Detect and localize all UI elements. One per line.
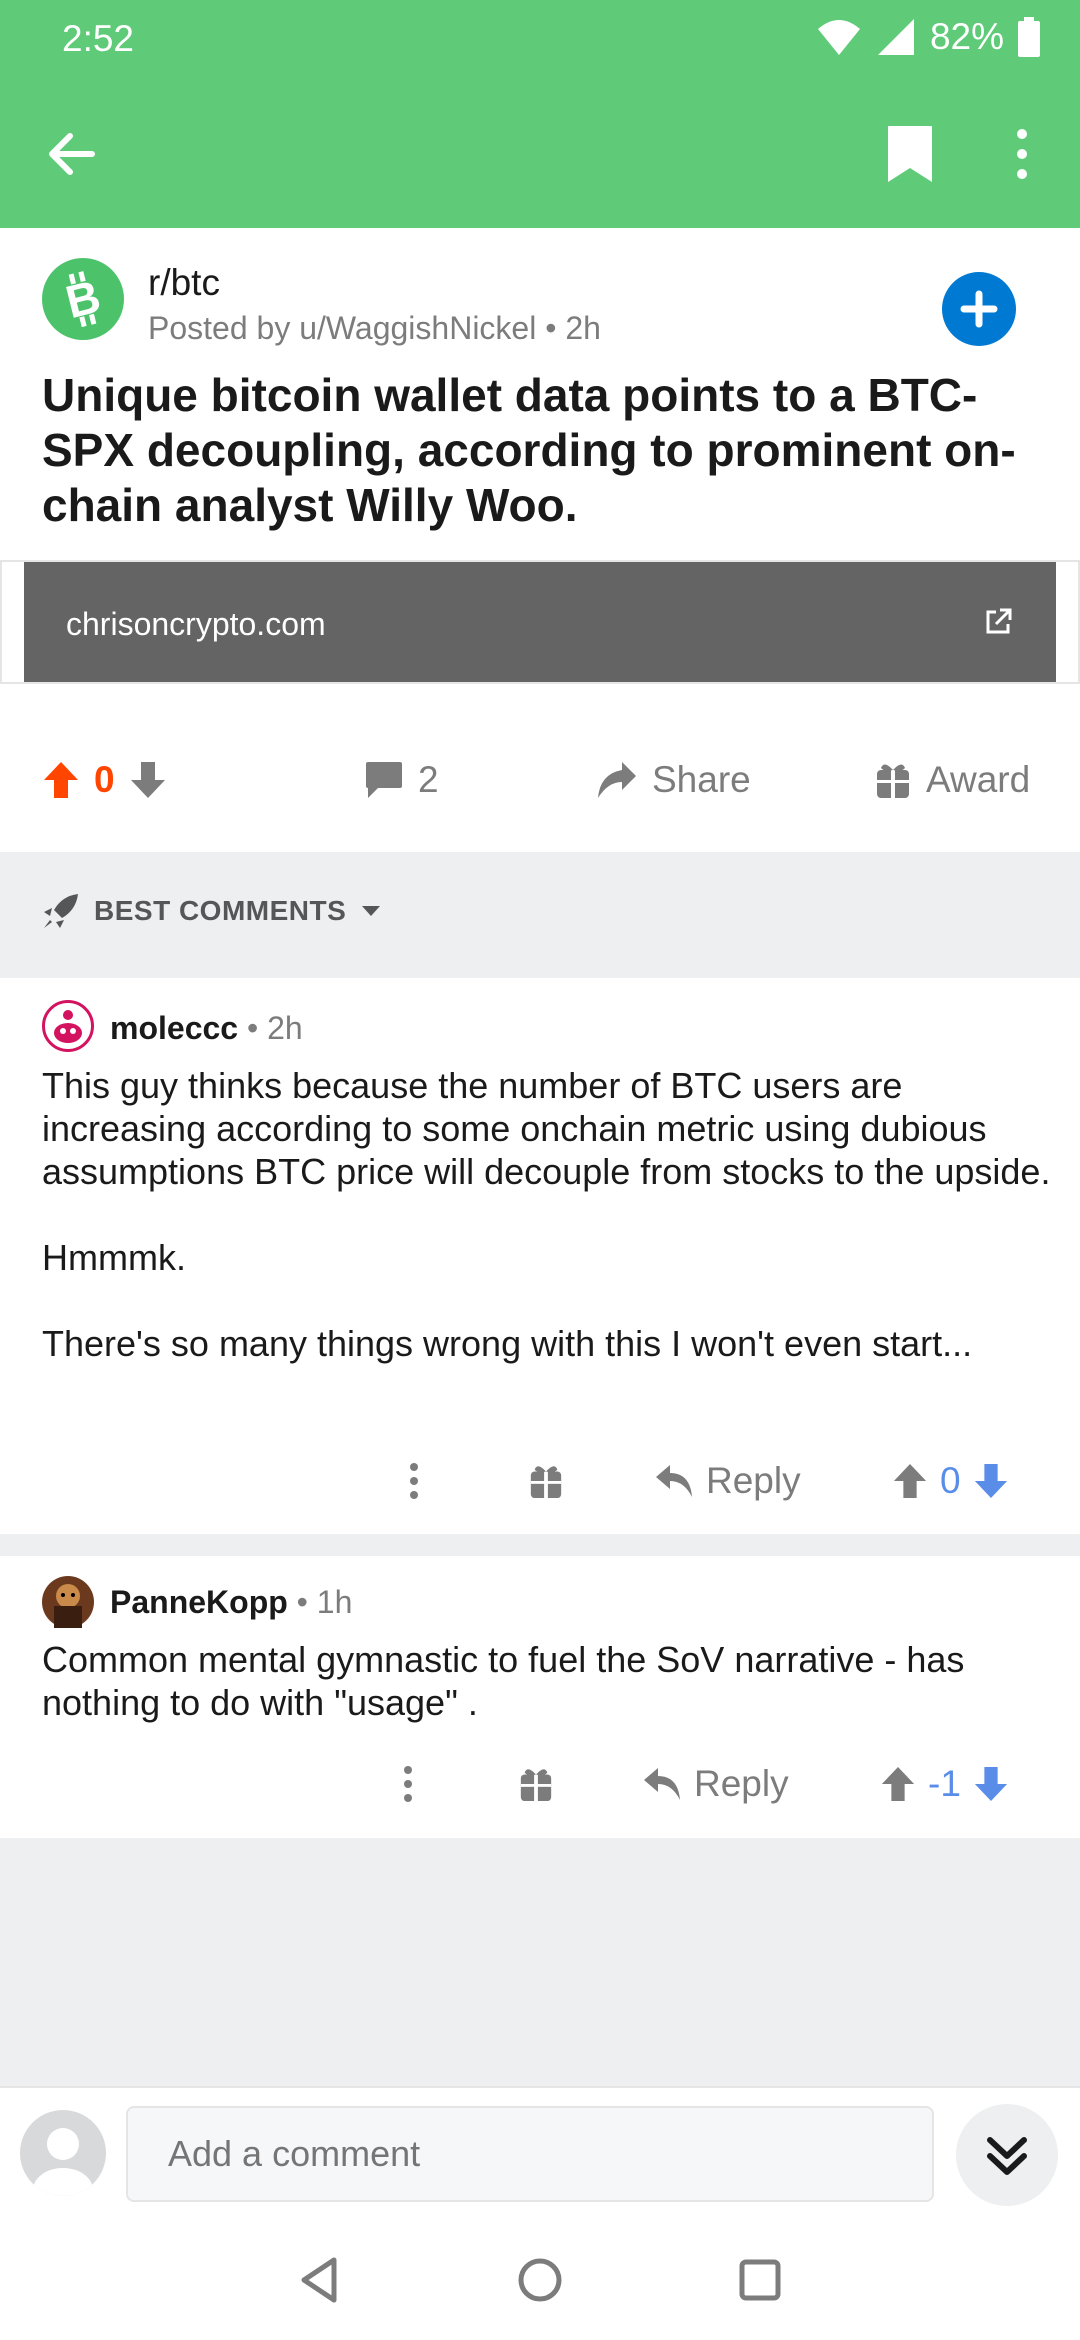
reply-label: Reply [706, 1460, 801, 1501]
join-button[interactable] [942, 272, 1016, 346]
comment-input[interactable] [126, 2106, 934, 2202]
gift-icon [877, 764, 909, 798]
comment-author-avatar[interactable] [42, 1000, 94, 1052]
comment-meta: PanneKopp • 1h [110, 1584, 353, 1620]
comment-actions: Reply -1 [0, 1749, 1080, 1819]
link-preview[interactable]: chrisoncrypto.com [24, 562, 1056, 682]
comment-author[interactable]: PanneKopp [110, 1584, 288, 1620]
comment-paragraph: This guy thinks because the number of BT… [42, 1065, 1051, 1192]
character-avatar-icon [54, 1584, 82, 1628]
comment-author[interactable]: moleccc [110, 1010, 238, 1046]
external-link-icon [986, 608, 1012, 634]
comment-award-button[interactable] [518, 1749, 554, 1819]
battery-icon [1018, 17, 1040, 57]
upvote-icon[interactable] [880, 1765, 916, 1803]
upvote-icon[interactable] [42, 760, 80, 800]
comment-award-button[interactable] [528, 1446, 564, 1516]
comment-actions: Reply 0 [0, 1446, 1080, 1516]
sort-label: BEST COMMENTS [94, 895, 347, 926]
rocket-icon [44, 894, 78, 928]
comment-sort-bar: BEST COMMENTS [0, 852, 1080, 978]
double-chevron-down-icon [987, 2137, 1027, 2175]
arrow-left-icon[interactable] [40, 122, 104, 186]
bookmark-icon[interactable] [884, 124, 936, 184]
comment-age: 1h [316, 1584, 353, 1620]
comment-author-avatar[interactable] [42, 1576, 94, 1628]
subreddit-avatar[interactable]: B [42, 258, 124, 340]
comment: moleccc • 2h This guy thinks because the… [0, 978, 1080, 1534]
post-score: 0 [94, 759, 115, 800]
signal-icon [877, 19, 914, 55]
battery-percent: 82% [929, 16, 1004, 57]
comment-divider [0, 1534, 1080, 1556]
award-label: Award [926, 759, 1031, 800]
downvote-icon[interactable] [129, 760, 167, 800]
comments-end-area [0, 1838, 1080, 2086]
comment-paragraph: Common mental gymnastic to fuel the SoV … [42, 1639, 965, 1723]
sort-selector[interactable]: BEST COMMENTS [42, 892, 382, 930]
posted-by-author[interactable]: Posted by u/WaggishNickel [148, 310, 536, 346]
post-age: 2h [565, 310, 601, 346]
comment: PanneKopp • 1h Common mental gymnastic t… [0, 1556, 1080, 1838]
top-toolbar [0, 80, 1080, 228]
user-icon [33, 2128, 93, 2196]
gift-icon [520, 1769, 552, 1802]
comment-reply-button[interactable]: Reply [642, 1749, 789, 1819]
post-actions: 0 2 Share Award [0, 720, 1080, 840]
downvote-icon[interactable] [973, 1462, 1009, 1500]
post-title: Unique bitcoin wallet data points to a B… [42, 369, 1016, 531]
comments-button[interactable]: 2 [364, 748, 439, 812]
jump-to-next-button[interactable] [956, 2104, 1058, 2206]
comment-body: This guy thinks because the number of BT… [42, 1064, 1052, 1365]
reply-icon [656, 1465, 692, 1497]
share-label: Share [652, 759, 751, 800]
comment-paragraph: Hmmmk. [42, 1237, 186, 1278]
comment-more-button[interactable] [404, 1446, 424, 1516]
award-button[interactable]: Award [874, 748, 1030, 812]
gift-icon [530, 1466, 562, 1499]
reply-label: Reply [694, 1763, 789, 1804]
caret-down-icon [362, 906, 381, 916]
status-time: 2:52 [62, 18, 135, 59]
nav-back-icon[interactable] [290, 2250, 350, 2310]
post-meta: Posted by u/WaggishNickel • 2h [148, 310, 601, 346]
share-icon [598, 762, 636, 798]
comment-meta: moleccc • 2h [110, 1010, 303, 1046]
status-bar: 2:52 82% [0, 0, 1080, 80]
more-vert-icon [410, 1463, 418, 1499]
share-button[interactable]: Share [596, 748, 751, 812]
link-domain: chrisoncrypto.com [66, 606, 326, 642]
comment-score: 0 [940, 1460, 961, 1501]
downvote-icon[interactable] [973, 1765, 1009, 1803]
comment-count: 2 [418, 759, 439, 800]
system-nav-bar [0, 2220, 1080, 2340]
comment-age: 2h [267, 1010, 303, 1046]
plus-icon [960, 290, 998, 328]
comment-vote-control: -1 [880, 1749, 1009, 1819]
upvote-icon[interactable] [892, 1462, 928, 1500]
comment-vote-control: 0 [892, 1446, 1009, 1516]
comment-paragraph: There's so many things wrong with this I… [42, 1323, 973, 1364]
vote-control: 0 [42, 748, 167, 812]
comment-icon [366, 762, 402, 798]
comment-reply-button[interactable]: Reply [654, 1446, 801, 1516]
post-header: B r/btc Posted by u/WaggishNickel • 2h U… [0, 228, 1080, 558]
subreddit-name[interactable]: r/btc [148, 262, 220, 304]
comment-composer [0, 2086, 1080, 2220]
wifi-icon [817, 20, 860, 55]
comment-score: -1 [928, 1763, 961, 1804]
comment-body: Common mental gymnastic to fuel the SoV … [42, 1638, 1052, 1724]
snoo-avatar-icon [54, 1010, 82, 1043]
nav-home-icon[interactable] [510, 2250, 570, 2310]
bitcoin-cash-icon: B [61, 270, 106, 328]
nav-recents-icon[interactable] [730, 2250, 790, 2310]
more-vert-icon[interactable] [1000, 122, 1044, 186]
comment-more-button[interactable] [398, 1749, 418, 1819]
more-vert-icon [404, 1766, 412, 1802]
status-icons: 82% [816, 16, 1040, 58]
reply-icon [644, 1768, 680, 1800]
user-avatar[interactable] [20, 2110, 106, 2196]
